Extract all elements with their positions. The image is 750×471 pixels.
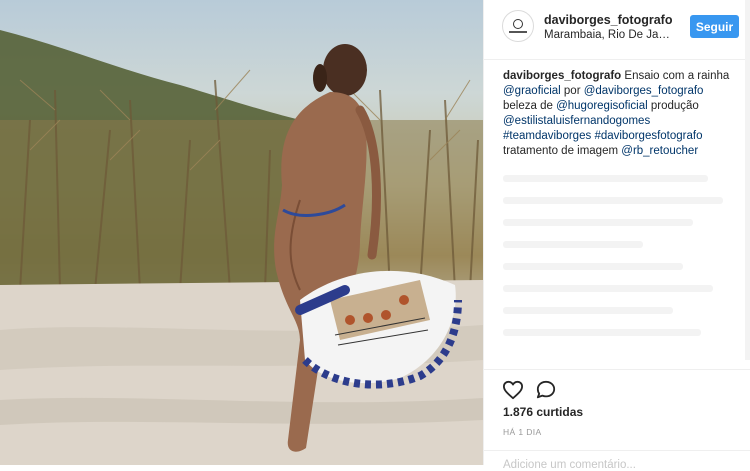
- hashtag-link[interactable]: #daviborgesfotografo: [594, 130, 702, 142]
- post-time[interactable]: HÁ 1 DIA: [503, 427, 542, 437]
- mention-link[interactable]: @graoficial: [503, 85, 561, 97]
- mention-link[interactable]: @hugoregisoficial: [556, 100, 648, 112]
- comment-placeholder-line: [503, 263, 683, 270]
- action-bar: [484, 369, 750, 400]
- mention-link[interactable]: @estilistaluisfernandogomes: [503, 115, 650, 127]
- avatar[interactable]: [502, 10, 534, 42]
- location-link[interactable]: Marambaia, Rio De Janeiro: [544, 29, 676, 41]
- photo-illustration: [0, 30, 483, 465]
- comment-icon[interactable]: [535, 380, 557, 400]
- caption-text: Ensaio com a rainha: [621, 70, 730, 82]
- comment-placeholder-line: [503, 329, 701, 336]
- mention-link[interactable]: @rb_retoucher: [621, 145, 698, 157]
- scrollbar[interactable]: [745, 0, 750, 360]
- hashtag-link[interactable]: #teamdaviborges: [503, 130, 591, 142]
- caption-username[interactable]: daviborges_fotografo: [503, 70, 621, 82]
- logo-bar: [509, 31, 527, 33]
- follow-button[interactable]: Seguir: [690, 15, 739, 38]
- comment-input[interactable]: Adicione um comentário...: [503, 459, 636, 471]
- post-details-panel: daviborges_fotografo Marambaia, Rio De J…: [483, 0, 750, 471]
- comment-placeholder-line: [503, 241, 643, 248]
- heart-icon[interactable]: [502, 380, 524, 400]
- post-header: daviborges_fotografo Marambaia, Rio De J…: [484, 0, 750, 60]
- comment-placeholder-line: [503, 307, 673, 314]
- caption-text: produção: [647, 100, 699, 112]
- caption: daviborges_fotografo Ensaio com a rainha…: [503, 69, 733, 159]
- comment-placeholder-line: [503, 197, 723, 204]
- likes-count[interactable]: 1.876 curtidas: [503, 405, 583, 419]
- header-username[interactable]: daviborges_fotografo: [544, 13, 673, 27]
- comment-placeholder-line: [503, 175, 708, 182]
- comment-placeholder-line: [503, 219, 693, 226]
- mention-link[interactable]: @daviborges_fotografo: [584, 85, 704, 97]
- comment-placeholder-line: [503, 285, 713, 292]
- caption-text: por: [560, 85, 584, 97]
- caption-text: tratamento de imagem: [503, 145, 622, 157]
- caption-text: beleza de: [503, 100, 557, 112]
- post-photo[interactable]: [0, 0, 483, 465]
- camera-lens-icon: [513, 19, 523, 29]
